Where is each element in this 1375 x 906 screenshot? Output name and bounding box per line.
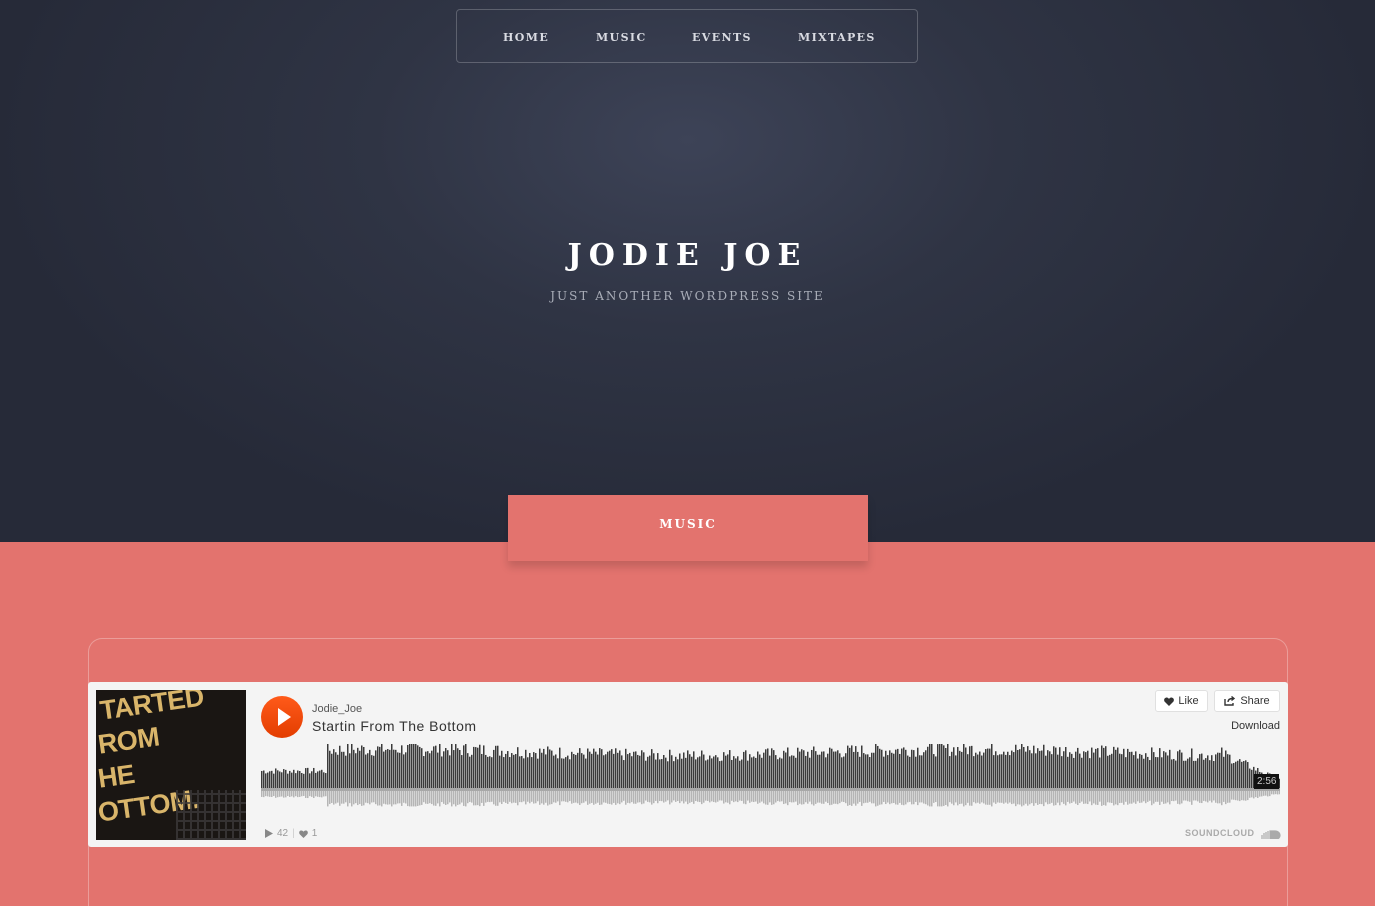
track-stats: 42 | 1 [265, 828, 317, 839]
nav-item-music[interactable]: MUSIC [596, 31, 647, 44]
main-navigation: HOME MUSIC EVENTS MIXTAPES [456, 9, 918, 63]
nav-item-events[interactable]: EVENTS [692, 31, 752, 44]
soundcloud-brand-label: SOUNDCLOUD [1185, 828, 1255, 838]
soundcloud-player: TARTED ROM HE OTTOM. Jodie_Joe Startin F… [88, 682, 1288, 847]
play-button[interactable] [261, 696, 303, 738]
music-section-heading: MUSIC [659, 517, 717, 531]
waveform[interactable] [261, 742, 1280, 812]
track-title[interactable]: Startin From The Bottom [312, 718, 477, 734]
like-count: 1 [311, 828, 318, 839]
like-label: Like [1178, 695, 1199, 707]
hero-header: HOME MUSIC EVENTS MIXTAPES JODIE JOE JUS… [0, 0, 1375, 542]
artwork-text-line: HE [96, 758, 137, 794]
share-button[interactable]: Share [1214, 690, 1280, 712]
heart-icon [1164, 697, 1175, 706]
site-title[interactable]: JODIE JOE [0, 238, 1375, 273]
artwork-scaffold-graphic [176, 790, 246, 840]
share-label: Share [1240, 695, 1270, 707]
site-tagline: JUST ANOTHER WORDPRESS SITE [550, 289, 825, 303]
download-link[interactable]: Download [1231, 720, 1280, 732]
share-icon [1224, 696, 1236, 706]
play-count: 42 [277, 828, 289, 839]
track-artist[interactable]: Jodie_Joe [312, 703, 362, 715]
heart-count-icon [298, 829, 308, 838]
nav-item-mixtapes[interactable]: MIXTAPES [798, 31, 876, 44]
stats-divider: | [292, 828, 295, 839]
soundcloud-cloud-icon [1260, 830, 1281, 840]
nav-item-home[interactable]: HOME [503, 31, 549, 44]
track-artwork[interactable]: TARTED ROM HE OTTOM. [96, 690, 246, 840]
play-count-icon [265, 829, 273, 838]
music-section-tab: MUSIC [508, 495, 868, 561]
artwork-text-line: ROM [96, 721, 162, 760]
soundcloud-logo[interactable]: SOUNDCLOUD [1185, 828, 1281, 840]
like-button[interactable]: Like [1155, 690, 1208, 712]
track-duration: 2:56 [1254, 774, 1280, 789]
